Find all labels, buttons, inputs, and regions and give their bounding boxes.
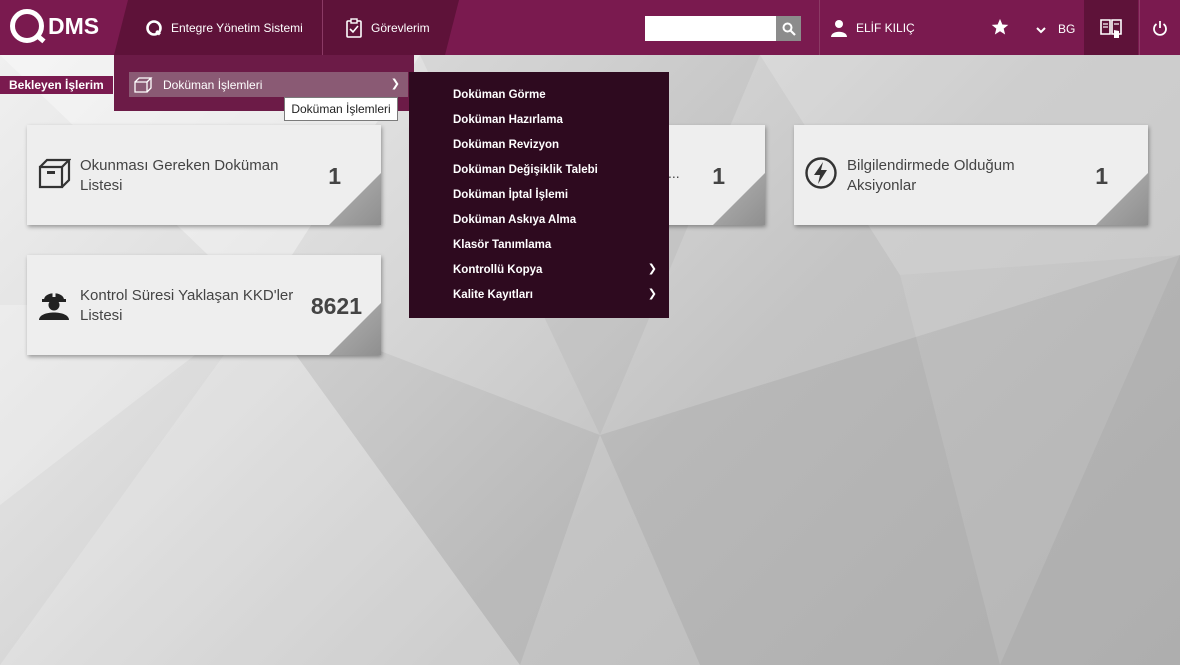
- submenu-item-change-request[interactable]: Doküman Değişiklik Talebi: [409, 157, 669, 182]
- user-icon: [831, 19, 847, 37]
- card-count: 1: [328, 163, 341, 189]
- card-title-partial: ...: [668, 165, 680, 181]
- search-icon: [782, 22, 796, 36]
- submenu-item-quality-records[interactable]: Kalite Kayıtları ❯: [409, 282, 669, 307]
- nav-integrated-management[interactable]: Entegre Yönetim Sistemi: [145, 0, 303, 55]
- card-title: Bilgilendirmede Olduğum Aksiyonlar: [847, 157, 1015, 194]
- nav-my-tasks[interactable]: Görevlerim: [345, 0, 430, 55]
- submenu: Doküman Görme Doküman Hazırlama Doküman …: [409, 72, 669, 318]
- logo-text: DMS: [48, 12, 100, 39]
- toolbar-divider: [819, 0, 820, 55]
- lightning-icon: [805, 157, 837, 189]
- submenu-item-label: Kontrollü Kopya: [453, 263, 543, 276]
- submenu-item-label: Doküman Revizyon: [453, 138, 560, 151]
- menu-item-label: Doküman İşlemleri: [163, 77, 263, 92]
- tooltip: Doküman İşlemleri: [284, 97, 398, 121]
- chevron-right-icon: ❯: [647, 263, 657, 275]
- clipboard-check-icon: [345, 17, 363, 38]
- nav-divider: [322, 0, 323, 55]
- top-bar: DMS Entegre Yönetim Sistemi Görevlerim E…: [0, 0, 1180, 55]
- q-logo-icon: [145, 19, 163, 37]
- user-name: ELİF KILIÇ: [856, 20, 915, 35]
- dashboard-card-ppe-control[interactable]: Kontrol Süresi Yaklaşan KKD'ler Listesi …: [27, 255, 381, 355]
- submenu-item-label: Kalite Kayıtları: [453, 288, 533, 301]
- dashboard-card-documents-to-read[interactable]: Okunması Gereken Doküman Listesi 1: [27, 125, 381, 225]
- power-icon: [1153, 20, 1167, 36]
- nav-label: Görevlerim: [371, 20, 430, 35]
- submenu-item-label: Doküman İptal İşlemi: [453, 188, 569, 201]
- user-menu[interactable]: ELİF KILIÇ: [831, 0, 915, 55]
- submenu-item-controlled-copy[interactable]: Kontrollü Kopya ❯: [409, 257, 669, 282]
- nav-label: Entegre Yönetim Sistemi: [171, 20, 303, 35]
- language-selector[interactable]: BG: [1058, 22, 1075, 36]
- logout-button[interactable]: [1139, 0, 1180, 55]
- submenu-item-suspend[interactable]: Doküman Askıya Alma: [409, 207, 669, 232]
- menu-item-document-operations[interactable]: Doküman İşlemleri ❯: [129, 72, 408, 97]
- card-count: 8621: [310, 293, 362, 319]
- submenu-item-prepare[interactable]: Doküman Hazırlama: [409, 107, 669, 132]
- worker-helmet-icon: [39, 290, 69, 320]
- card-title: Kontrol Süresi Yaklaşan KKD'ler Listesi: [80, 287, 294, 324]
- q-logo-icon: [10, 9, 44, 43]
- submenu-item-revision[interactable]: Doküman Revizyon: [409, 132, 669, 157]
- submenu-item-label: Doküman Askıya Alma: [453, 213, 577, 226]
- page-title: Bekleyen İşlerim: [0, 76, 113, 94]
- app-logo[interactable]: DMS: [10, 9, 99, 43]
- submenu-item-view[interactable]: Doküman Görme: [409, 82, 669, 107]
- submenu-item-folder-definition[interactable]: Klasör Tanımlama: [409, 232, 669, 257]
- submenu-item-label: Doküman Görme: [453, 88, 546, 101]
- favorites-star-icon[interactable]: [991, 18, 1009, 41]
- chevron-right-icon: ❯: [390, 78, 400, 90]
- submenu-item-label: Doküman Hazırlama: [453, 113, 563, 126]
- open-book-icon: [1100, 18, 1122, 38]
- search-input[interactable]: [645, 16, 776, 41]
- card-count: 1: [712, 163, 725, 189]
- help-book-button[interactable]: [1084, 0, 1138, 55]
- box-icon: [133, 76, 153, 93]
- box-icon: [38, 158, 71, 189]
- card-count: 1: [1095, 163, 1108, 189]
- submenu-item-label: Doküman Değişiklik Talebi: [453, 163, 598, 176]
- chevron-down-icon[interactable]: [1035, 22, 1047, 40]
- submenu-item-label: Klasör Tanımlama: [453, 238, 552, 251]
- submenu-item-cancel[interactable]: Doküman İptal İşlemi: [409, 182, 669, 207]
- chevron-right-icon: ❯: [647, 288, 657, 300]
- search-button[interactable]: [776, 16, 801, 41]
- dashboard-card-informed-actions[interactable]: Bilgilendirmede Olduğum Aksiyonlar 1: [794, 125, 1148, 225]
- card-title: Okunması Gereken Doküman Listesi: [80, 157, 279, 194]
